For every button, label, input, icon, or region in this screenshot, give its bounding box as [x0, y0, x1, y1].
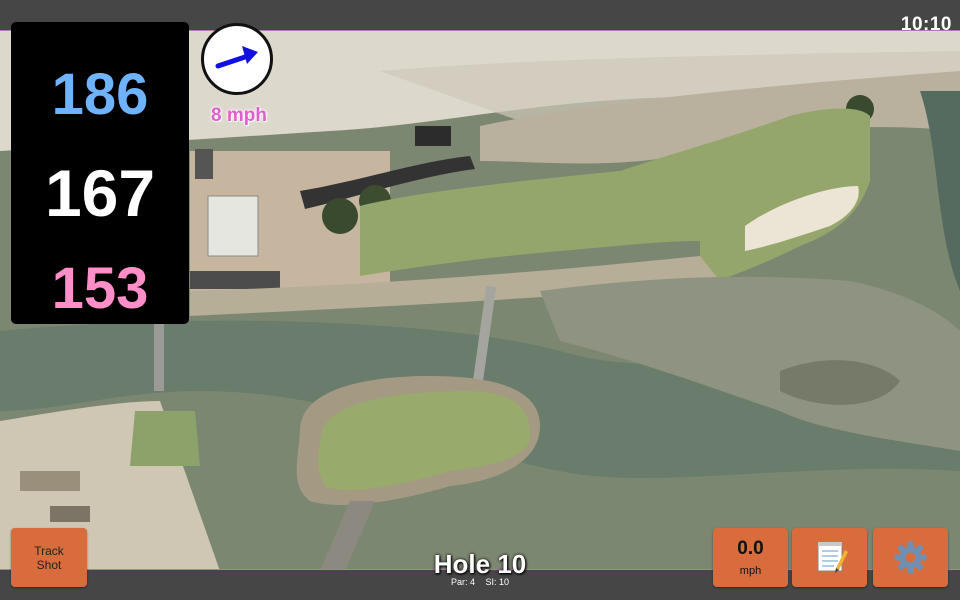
middle-of-green-distance: 167: [44, 156, 156, 230]
track-shot-label-line1: Track: [34, 544, 64, 558]
wind-indicator: [201, 23, 273, 95]
notepad-icon: [817, 542, 848, 573]
hole-par: Par: 4: [450, 577, 475, 587]
notes-button[interactable]: [792, 528, 867, 587]
wind-speed-label: 8 mph: [211, 105, 267, 126]
hole-info: Par: 4 SI: 10: [380, 577, 580, 587]
back-of-green-distance: 186: [51, 62, 149, 127]
speed-value: 0.0: [737, 538, 764, 559]
hole-title: Hole 10: [433, 549, 527, 579]
front-of-green-distance: 153: [51, 256, 149, 321]
hole-stroke-index: SI: 10: [485, 577, 510, 587]
distance-panel: 186 167 153: [11, 22, 189, 324]
settings-button[interactable]: [873, 528, 948, 587]
gear-icon: [894, 541, 927, 574]
track-shot-button[interactable]: Track Shot: [11, 528, 87, 587]
speed-button[interactable]: 0.0 mph: [713, 528, 788, 587]
speed-unit: mph: [739, 565, 762, 577]
wind-arrow-icon: [215, 46, 258, 69]
track-shot-label-line2: Shot: [36, 558, 62, 572]
